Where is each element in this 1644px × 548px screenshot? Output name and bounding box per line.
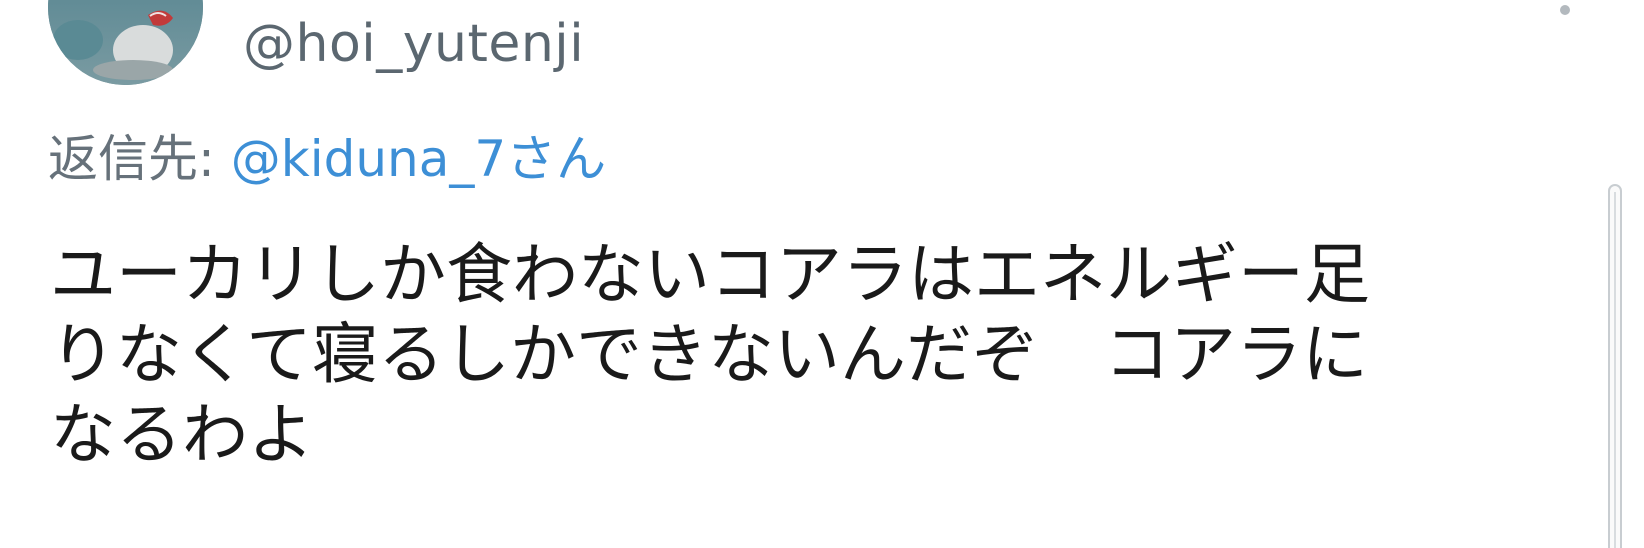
tweet-text-line: なるわよ [50,396,314,473]
tweet-text-line: ユーカリしか食わないコアラはエネルギー足 [50,236,1370,313]
tweet-text: ユーカリしか食わないコアラはエネルギー足 りなくて寝るしかできないんだぞ コアラ… [50,235,1370,475]
avatar-image [48,0,203,85]
avatar[interactable] [48,0,203,85]
reply-target-link[interactable]: @kiduna_7さん [231,130,606,188]
tweet-card: @hoi_yutenji 返信先: @kiduna_7さん ユーカリしか食わない… [0,0,1644,548]
scrollbar[interactable] [1608,184,1622,548]
scrollbar-thumb[interactable] [1614,192,1616,548]
user-handle[interactable]: @hoi_yutenji [243,12,584,76]
reply-to-line: 返信先: @kiduna_7さん [48,128,606,190]
tweet-text-line: りなくて寝るしかできないんだぞ コアラに [50,316,1369,393]
reply-label: 返信先: [48,130,215,188]
more-dot-icon[interactable] [1560,5,1570,15]
